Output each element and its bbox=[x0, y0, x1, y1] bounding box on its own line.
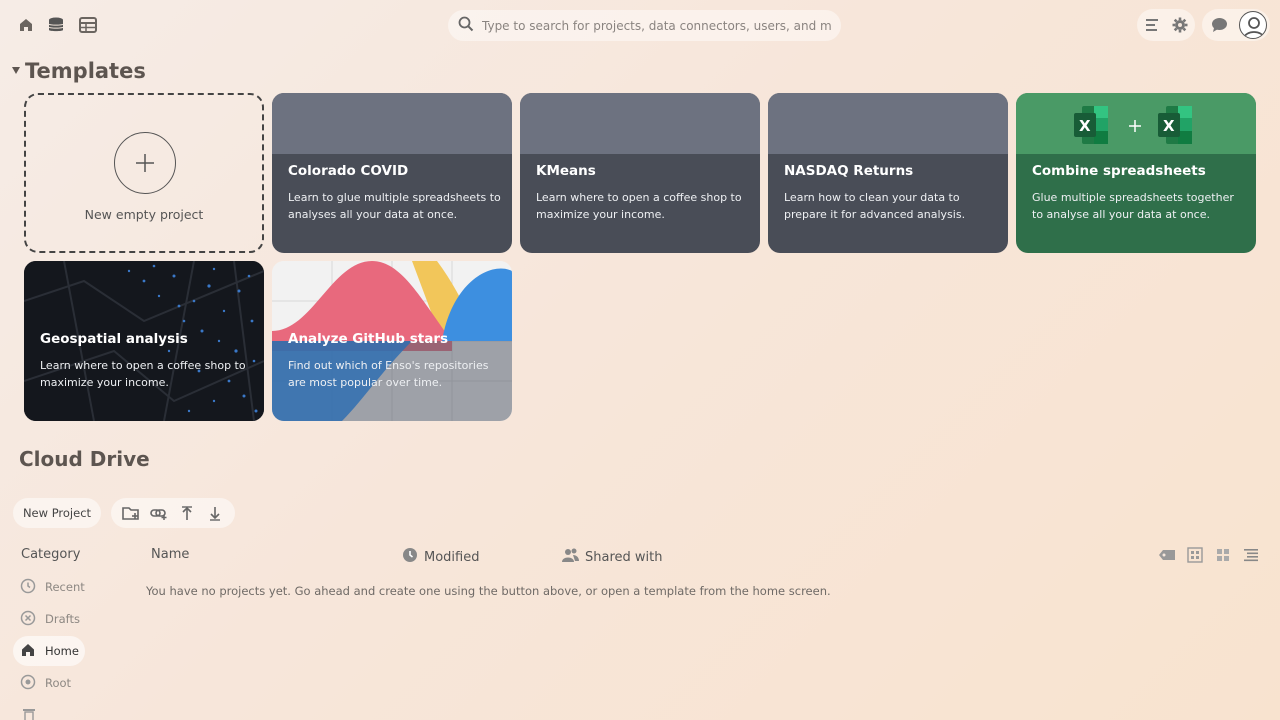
card-description: Learn where to open a coffee shop to max… bbox=[40, 359, 246, 389]
account-tools bbox=[1202, 9, 1270, 41]
category-label: Recent bbox=[45, 580, 85, 594]
column-name[interactable]: Name bbox=[151, 547, 189, 562]
top-right-tools bbox=[1137, 9, 1195, 41]
list-view-icon[interactable] bbox=[1242, 546, 1260, 564]
new-project-label: New empty project bbox=[84, 207, 204, 222]
drive-title: Cloud Drive bbox=[19, 447, 150, 471]
category-label: Root bbox=[45, 676, 72, 690]
card-description: Glue multiple spreadsheets together to a… bbox=[1032, 191, 1234, 221]
new-connector-icon[interactable] bbox=[149, 503, 169, 523]
new-empty-project-card[interactable]: New empty project bbox=[24, 93, 264, 253]
plus-icon bbox=[114, 132, 176, 194]
column-name-label: Name bbox=[151, 547, 190, 562]
clock-icon bbox=[402, 547, 418, 567]
templates-title: Templates bbox=[25, 59, 146, 83]
column-modified-label: Modified bbox=[424, 549, 480, 565]
drive-toolbar bbox=[111, 498, 235, 528]
category-home[interactable]: Home bbox=[13, 636, 85, 666]
template-card-nasdaq-returns[interactable]: NASDAQ Returns Learn how to clean your d… bbox=[768, 93, 1008, 253]
database-icon[interactable] bbox=[45, 14, 67, 36]
card-description: Learn where to open a coffee shop to max… bbox=[536, 191, 742, 221]
gear-icon[interactable] bbox=[1172, 17, 1188, 37]
template-card-kmeans[interactable]: KMeans Learn where to open a coffee shop… bbox=[520, 93, 760, 253]
people-icon bbox=[562, 547, 579, 567]
empty-projects-message: You have no projects yet. Go ahead and c… bbox=[146, 584, 831, 598]
card-title: Colorado COVID bbox=[288, 163, 409, 179]
category-heading: Category bbox=[21, 547, 81, 562]
upload-icon[interactable] bbox=[177, 503, 197, 523]
card-description: Learn to glue multiple spreadsheets to a… bbox=[288, 191, 501, 221]
column-shared-with[interactable]: Shared with bbox=[562, 547, 662, 567]
card-description: Learn how to clean your data to prepare … bbox=[784, 191, 966, 221]
card-banner: X X bbox=[1016, 93, 1256, 154]
template-card-colorado-covid[interactable]: Colorado COVID Learn to glue multiple sp… bbox=[272, 93, 512, 253]
new-folder-icon[interactable] bbox=[121, 503, 141, 523]
card-banner bbox=[520, 93, 760, 154]
collapse-triangle-icon[interactable] bbox=[12, 67, 20, 74]
home-icon bbox=[20, 642, 36, 661]
card-description: Find out which of Enso's repositories ar… bbox=[288, 359, 489, 389]
home-icon[interactable] bbox=[15, 14, 37, 36]
tiles-view-icon[interactable] bbox=[1214, 546, 1232, 564]
template-card-analyze-github-stars[interactable]: Analyze GitHub stars Find out which of E… bbox=[272, 261, 512, 421]
svg-text:X: X bbox=[1163, 117, 1175, 135]
root-icon bbox=[20, 674, 36, 693]
docs-icon[interactable] bbox=[1144, 17, 1160, 37]
new-project-button[interactable]: New Project bbox=[13, 498, 101, 528]
chat-icon[interactable] bbox=[1211, 17, 1228, 37]
category-drafts[interactable]: Drafts bbox=[13, 604, 80, 634]
column-shared-with-label: Shared with bbox=[585, 549, 663, 565]
card-banner bbox=[768, 93, 1008, 154]
tag-icon[interactable] bbox=[1158, 546, 1176, 564]
card-title: NASDAQ Returns bbox=[784, 163, 914, 179]
template-card-geospatial-analysis[interactable]: Geospatial analysis Learn where to open … bbox=[24, 261, 264, 421]
search-icon bbox=[458, 16, 474, 36]
search-bar[interactable] bbox=[448, 10, 841, 41]
grid-view-icon[interactable] bbox=[1186, 546, 1204, 564]
category-label: Home bbox=[45, 644, 79, 658]
category-label: Drafts bbox=[45, 612, 80, 626]
card-title: Analyze GitHub stars bbox=[288, 331, 449, 347]
template-card-combine-spreadsheets[interactable]: X X Combine spreadsheets Glue multiple s… bbox=[1016, 93, 1256, 253]
excel-icons: X X bbox=[1074, 106, 1192, 144]
svg-text:X: X bbox=[1079, 117, 1091, 135]
avatar[interactable] bbox=[1239, 11, 1267, 39]
trash-icon[interactable] bbox=[22, 706, 36, 720]
card-banner bbox=[272, 93, 512, 154]
category-recent[interactable]: Recent bbox=[13, 572, 85, 602]
card-title: KMeans bbox=[536, 163, 596, 179]
card-title: Geospatial analysis bbox=[40, 331, 188, 347]
download-icon[interactable] bbox=[205, 503, 225, 523]
clock-icon bbox=[20, 578, 36, 597]
table-icon[interactable] bbox=[77, 14, 99, 36]
column-modified[interactable]: Modified bbox=[402, 547, 479, 567]
search-input[interactable] bbox=[482, 18, 832, 33]
card-title: Combine spreadsheets bbox=[1032, 163, 1206, 179]
drafts-icon bbox=[20, 610, 36, 629]
category-root[interactable]: Root bbox=[13, 668, 71, 698]
